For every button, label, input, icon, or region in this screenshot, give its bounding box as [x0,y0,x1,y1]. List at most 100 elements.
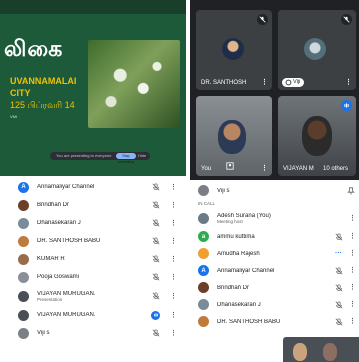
participant-row[interactable]: Dhanasekaran J ⋮ [0,214,186,232]
participant-row[interactable]: Viji s ⋮ [0,324,186,342]
more-options-icon[interactable]: ⋮ [170,256,177,263]
participant-name: DR. SANTHOSH BABU [217,318,281,325]
avatar [198,299,209,310]
slide-line-1: UVANNAMALAI [10,76,77,86]
avatar: A [18,181,29,193]
more-options-icon[interactable]: ⋮ [170,184,177,191]
tile-santhosh[interactable]: DR. SANTHOSH ⋮ [196,10,272,90]
more-options-icon[interactable]: ⋮ [170,312,177,319]
participant-row[interactable]: Brindhaň Dr ⋮ [0,196,186,214]
participant-row[interactable]: VIJAYAN MURUGAN. ⋮ [0,306,186,324]
mic-status [334,232,343,241]
tile-vijayan[interactable]: VIJAYAN M 10 others [278,96,356,176]
participant-name: Amudha Rajesh [217,250,260,257]
left-participant-list: A Annamaliyar Channel ⋮ Brindhaň Dr ⋮ Dhanase… [0,178,186,342]
participant-row[interactable]: a ammu kuttima ⋮ [190,228,359,245]
participant-name: Annamaliyar Channel [37,184,95,190]
more-options-icon[interactable]: ⋮ [349,250,356,257]
mic-off-icon [152,255,159,263]
frame-person-icon[interactable] [226,162,234,172]
mic-off-icon [152,329,159,337]
more-options-icon[interactable]: ⋮ [349,215,356,222]
participant-name: VIJAYAN MURUGAN. Presentation [37,291,151,302]
mic-status [151,273,160,281]
participant-row[interactable]: KUMAR R ⋮ [0,250,186,268]
presentation-slide: லிகை UVANNAMALAI CITY 125 பிப்ரவரி 14 VM… [0,0,186,176]
avatar: A [198,265,209,276]
more-options-icon[interactable]: ⋮ [170,330,177,337]
mic-off-icon [335,283,342,291]
participant-name: Viji s [37,330,50,336]
tile-you[interactable]: You ⋮ [196,96,272,176]
mic-off-icon [341,14,352,25]
more-options-icon[interactable]: ⋮ [349,301,356,308]
mic-status [334,266,343,275]
slide-top-strip [0,0,186,14]
hide-bar-button[interactable]: Hide [138,153,146,158]
participant-name: Annamaliyar Channel [217,267,275,274]
participant-name: Viji s [217,187,230,194]
right-pane: DR. SANTHOSH ⋮ Viji ⋮ You ⋮ VIJAYAN M 10… [190,0,359,362]
avatar [18,199,29,211]
pinned-participant-row[interactable]: Viji s [190,182,359,199]
mic-off-icon [152,219,159,227]
jasmine-photo [88,40,180,128]
speaking-icon [151,310,160,320]
avatar [18,327,29,339]
more-options-icon[interactable]: ⋮ [349,233,356,240]
tile-label: VIJAYAN M [283,166,314,172]
tile-viji[interactable]: Viji ⋮ [278,10,356,90]
mic-off-icon [335,232,342,240]
more-options-icon[interactable]: ⋮ [345,78,352,86]
participant-subtitle: Presentation [37,296,63,302]
stop-presenting-button[interactable]: Stop presenting [116,153,136,164]
mic-status [151,329,160,337]
more-options-icon[interactable]: ⋮ [170,220,177,227]
mic-status [151,201,160,209]
participant-row[interactable]: Brindhaň Dr ⋮ [190,279,359,296]
avatar [198,248,209,259]
more-options-icon[interactable]: ⋮ [170,274,177,281]
audio-level-icon: ··· [335,250,342,257]
more-options-icon[interactable]: ⋮ [261,78,268,86]
more-options-icon[interactable]: ⋮ [170,202,177,209]
more-options-icon[interactable]: ⋮ [349,267,356,274]
mic-status [334,317,343,326]
more-options-icon[interactable]: ⋮ [170,293,177,300]
more-options-icon[interactable]: ⋮ [261,164,268,172]
participant-name: Pooja Goswami [37,274,80,280]
more-options-icon[interactable]: ⋮ [349,318,356,325]
mic-off-icon [152,237,159,245]
mic-off-icon [335,266,342,274]
pin-icon[interactable] [346,186,355,195]
tile-label: You [201,166,212,172]
participant-row[interactable]: Amudha Rajesh ··· ⋮ [190,245,359,262]
picture-in-picture-preview[interactable] [282,336,359,362]
more-options-icon[interactable]: ⋮ [170,238,177,245]
participant-row[interactable]: DR. SANTHOSH BABU ⋮ [0,232,186,250]
slide-line-3: 125 பிப்ரவரி 14 [10,100,75,110]
slide-line-4: VMI [10,114,18,119]
avatar [198,212,209,224]
avatar [18,309,29,321]
more-options-icon[interactable]: ⋮ [349,284,356,291]
participant-name: VIJAYAN MURUGAN. [37,312,96,318]
viji-name-pill: Viji [282,78,305,87]
participant-name: Dhanasekaran J [37,220,81,226]
others-count[interactable]: 10 others [323,166,348,172]
mic-status: ··· [334,250,343,257]
participant-row[interactable]: VIJAYAN MURUGAN. Presentation ⋮ [0,286,186,306]
participant-row[interactable]: Pooja Goswami ⋮ [0,268,186,286]
participant-name: ammu kuttima [217,233,255,240]
avatar [222,38,244,60]
participant-row[interactable]: DR. SANTHOSH BABU ⋮ [190,313,359,330]
participant-row[interactable]: A Annamaliyar Channel ⋮ [190,262,359,279]
people-panel: Viji s IN CALL Adesh Surana (You) Meeting… [190,182,359,362]
participant-row[interactable]: A Annamaliyar Channel ⋮ [0,178,186,196]
video-tiles-grid: DR. SANTHOSH ⋮ Viji ⋮ You ⋮ VIJAYAN M 10… [190,0,359,180]
participant-row[interactable]: Adesh Surana (You) Meeting host ⋮ [190,208,359,228]
mic-off-icon [152,273,159,281]
participant-row[interactable]: Dhanasekaran J ⋮ [190,296,359,313]
mic-off-icon [335,300,342,308]
pin-icon [285,79,292,86]
